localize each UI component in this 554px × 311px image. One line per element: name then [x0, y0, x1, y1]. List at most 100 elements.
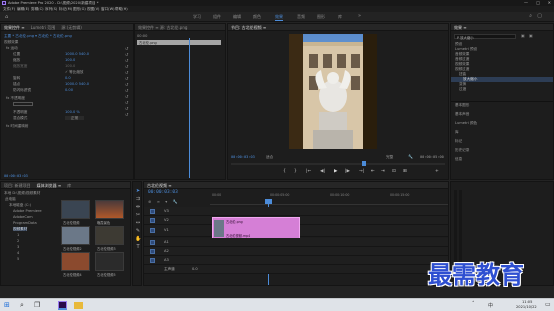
- panel-history[interactable]: 历史记录: [451, 148, 553, 153]
- home-icon[interactable]: ⌂: [5, 14, 8, 20]
- track-target-a3[interactable]: [150, 258, 155, 263]
- workspace-editing[interactable]: 编辑: [233, 14, 241, 20]
- effect-controls-timecode[interactable]: 00:00:03:03: [4, 174, 28, 178]
- snap-icon[interactable]: ⊕: [148, 199, 151, 204]
- timeline-ruler[interactable]: 00:00 00:00:05:00 00:00:10:00 00:00:15:0…: [210, 191, 448, 205]
- panel-markers[interactable]: 标记: [451, 139, 553, 144]
- timeline-settings-icon[interactable]: 🔧: [173, 199, 178, 204]
- media-browser-path[interactable]: 本地 D:\视频\视频素材: [4, 191, 40, 195]
- rotation-value[interactable]: 0.0: [65, 76, 71, 80]
- workspace-learning[interactable]: 学习: [193, 14, 201, 20]
- media-thumb[interactable]: [95, 226, 124, 245]
- folder-adobecam[interactable]: AdobeCam: [13, 215, 33, 219]
- notification-icon[interactable]: ▢: [537, 13, 542, 19]
- wrench-icon[interactable]: 🔧: [408, 154, 413, 159]
- blend-mode-select[interactable]: 正常: [65, 116, 85, 120]
- fx-opacity-label[interactable]: fx 不透明度: [6, 96, 25, 100]
- folder-programdata[interactable]: ProgramData: [13, 221, 37, 225]
- effects-search-input[interactable]: P 放大缩小: [454, 34, 516, 40]
- lift-button[interactable]: ⇤: [371, 169, 375, 174]
- clock-time[interactable]: 11:05: [522, 300, 532, 304]
- extract-button[interactable]: ⇥: [381, 169, 385, 174]
- opacity-value[interactable]: 100.0 %: [65, 110, 80, 114]
- windows-start-icon[interactable]: ⊞: [4, 301, 10, 309]
- step-forward-button[interactable]: |▶: [345, 169, 350, 174]
- type-tool-icon[interactable]: T: [135, 244, 141, 251]
- task-view-icon[interactable]: ❐: [34, 301, 40, 309]
- program-scrub-bar[interactable]: [231, 163, 445, 165]
- workspace-assembly[interactable]: 组件: [213, 14, 221, 20]
- track-select-tool-icon[interactable]: ⇉: [135, 196, 141, 203]
- folder-3[interactable]: 3: [17, 245, 19, 249]
- folder-2[interactable]: 2: [17, 239, 19, 243]
- uniform-scale-checkbox[interactable]: ✓ 等比缩放: [65, 70, 84, 74]
- fx-time-remap-label[interactable]: fx 时间重映射: [6, 124, 29, 128]
- workspace-libraries[interactable]: 库: [338, 14, 342, 20]
- folder-video-assets[interactable]: 视频素材: [13, 227, 28, 231]
- up-arrow-icon[interactable]: ˄: [472, 301, 475, 307]
- tree-transition[interactable]: 过渡: [451, 87, 553, 92]
- video-frame[interactable]: [289, 34, 377, 149]
- taskbar-premiere-icon[interactable]: [58, 301, 67, 310]
- clip-source-selector[interactable]: 主要 * 古北伦.png ▾ 古北伦 * 古北伦.png: [4, 34, 72, 38]
- folder-4[interactable]: 4: [17, 251, 19, 255]
- track-target-a2[interactable]: [150, 249, 155, 254]
- panel-info[interactable]: 信息: [451, 157, 553, 162]
- search-icon[interactable]: ⌕: [529, 13, 532, 19]
- razor-tool-icon[interactable]: ✂: [135, 212, 141, 219]
- slip-tool-icon[interactable]: ↔: [135, 220, 141, 227]
- timeline-playhead-head[interactable]: [265, 199, 272, 204]
- comparison-view-button[interactable]: ⊞: [403, 169, 407, 174]
- panel-lumetri-color[interactable]: Lumetri 颜色: [451, 121, 553, 126]
- folder-1[interactable]: 1: [17, 233, 19, 237]
- export-frame-button[interactable]: ⊡: [392, 169, 396, 174]
- step-back-button[interactable]: ◀|: [320, 169, 325, 174]
- master-value[interactable]: 0.0: [192, 267, 198, 271]
- pen-tool-icon[interactable]: ✎: [135, 228, 141, 235]
- tab-effect-controls[interactable]: 效果控件 ≡: [1, 24, 28, 31]
- media-thumb[interactable]: [95, 200, 124, 219]
- mini-playhead[interactable]: [189, 38, 190, 178]
- mini-clip-bar[interactable]: 古北伦.png: [137, 40, 221, 45]
- notification-center-icon[interactable]: ▭: [545, 301, 551, 308]
- play-button[interactable]: ▶: [334, 169, 337, 174]
- add-button[interactable]: +: [435, 169, 439, 174]
- tab-libraries[interactable]: 库: [64, 182, 74, 189]
- position-value[interactable]: 1000.0 540.0: [65, 52, 89, 56]
- program-playhead[interactable]: [362, 161, 366, 166]
- media-thumb[interactable]: [61, 200, 90, 219]
- track-target-a1[interactable]: [150, 240, 155, 245]
- fx-motion-label[interactable]: fx 运动: [6, 46, 18, 50]
- fit-select[interactable]: 适合: [266, 155, 273, 159]
- track-target-v3[interactable]: [150, 209, 155, 214]
- panel-essential-sound[interactable]: 基本声音: [451, 112, 553, 117]
- workspace-more-icon[interactable]: »: [358, 13, 361, 19]
- folder-5[interactable]: 5: [17, 257, 19, 261]
- go-to-out-button[interactable]: →|: [359, 169, 364, 174]
- media-thumb[interactable]: [61, 252, 90, 271]
- reset-icon[interactable]: ↺: [125, 112, 131, 118]
- workspace-color[interactable]: 颜色: [253, 14, 261, 20]
- scale-value[interactable]: 100.0: [65, 58, 75, 62]
- taskbar-folder-icon[interactable]: [74, 302, 83, 309]
- hand-tool-icon[interactable]: ✋: [135, 236, 141, 243]
- panel-essential-graphics[interactable]: 基本图形: [451, 103, 553, 108]
- taskbar-search-icon[interactable]: ⌕: [20, 301, 24, 310]
- tab-media-browser[interactable]: 媒体浏览器 ≡: [34, 182, 65, 189]
- workspace-audio[interactable]: 音频: [297, 14, 305, 20]
- anti-flicker-value[interactable]: 0.00: [65, 88, 73, 92]
- yuv-icon[interactable]: ▣: [529, 33, 533, 38]
- track-target-v2[interactable]: [150, 218, 155, 223]
- folder-adobe-premiere[interactable]: Adobe Premiere: [13, 209, 42, 213]
- tab-lumetri-scopes[interactable]: Lumetri 范围: [28, 24, 59, 31]
- filter-icon[interactable]: ▣: [521, 33, 525, 38]
- folder-c-drive[interactable]: 本地磁盘 (C:): [9, 203, 31, 207]
- program-timecode-current[interactable]: 00:00:03:03: [231, 155, 255, 159]
- quality-select[interactable]: 完整: [386, 155, 393, 159]
- mark-out-button[interactable]: }: [294, 169, 297, 174]
- tab-project[interactable]: 项目: 新建项目: [1, 182, 34, 189]
- workspace-effects[interactable]: 效果: [275, 14, 283, 21]
- media-thumb[interactable]: [61, 226, 90, 245]
- tab-source[interactable]: 源:(无剪辑): [58, 24, 84, 31]
- timeline-clip[interactable]: 古北伦.png 古北伦视频.mp4: [212, 217, 300, 239]
